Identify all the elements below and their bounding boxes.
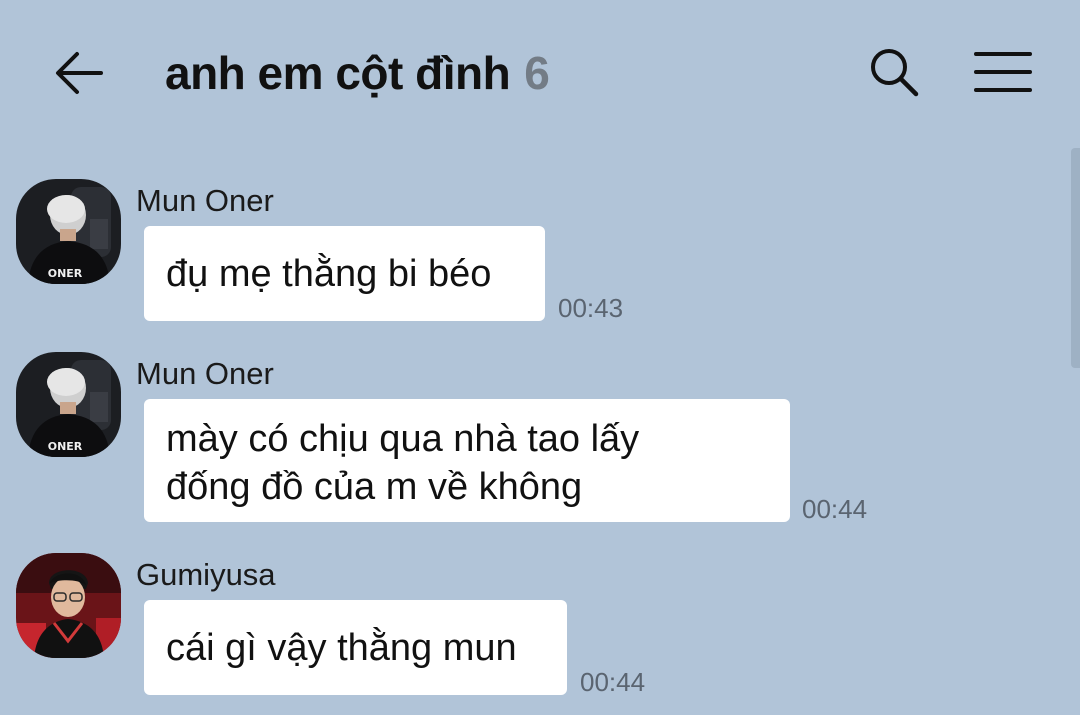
sender-name: Mun Oner (136, 356, 274, 391)
search-button[interactable] (866, 44, 922, 100)
scrollbar-thumb[interactable] (1071, 148, 1080, 368)
oner-avatar: ONER (16, 352, 121, 457)
avatar[interactable]: ONER (16, 179, 121, 284)
message-text: đụ mẹ thằng bi béo (166, 253, 492, 295)
message-time: 00:43 (558, 293, 624, 323)
hamburger-menu-icon (974, 52, 1032, 92)
avatar[interactable]: ONER (16, 352, 121, 457)
avatar[interactable] (16, 553, 121, 658)
message-text-line: mày có chịu qua nhà tao lấy (166, 418, 640, 460)
back-button[interactable] (50, 45, 106, 101)
message-bubble[interactable]: đụ mẹ thằng bi béo (144, 226, 545, 321)
search-icon (871, 49, 919, 97)
message-text: cái gì vậy thằng mun (166, 627, 517, 669)
svg-text:ONER: ONER (48, 440, 83, 453)
menu-button[interactable] (972, 44, 1034, 100)
chat-title: anh em cột đình (165, 47, 511, 99)
arrow-left-icon (56, 52, 103, 94)
message-bubble[interactable]: cái gì vậy thằng mun (144, 600, 567, 695)
chat-header: anh em cột đình 6 (0, 0, 1080, 145)
sender-name: Gumiyusa (136, 557, 276, 592)
chat-title-area[interactable]: anh em cột đình 6 (165, 46, 550, 100)
message-time: 00:44 (802, 494, 868, 524)
message-bubble[interactable]: mày có chịu qua nhà tao lấy đống đồ của … (144, 399, 790, 522)
member-count: 6 (524, 47, 550, 99)
svg-text:ONER: ONER (48, 267, 83, 280)
gumayusi-avatar (16, 553, 121, 658)
oner-avatar: ONER (16, 179, 121, 284)
message-text-line: đống đồ của m về không (166, 466, 583, 508)
sender-name: Mun Oner (136, 183, 274, 218)
message-time: 00:44 (580, 667, 646, 697)
